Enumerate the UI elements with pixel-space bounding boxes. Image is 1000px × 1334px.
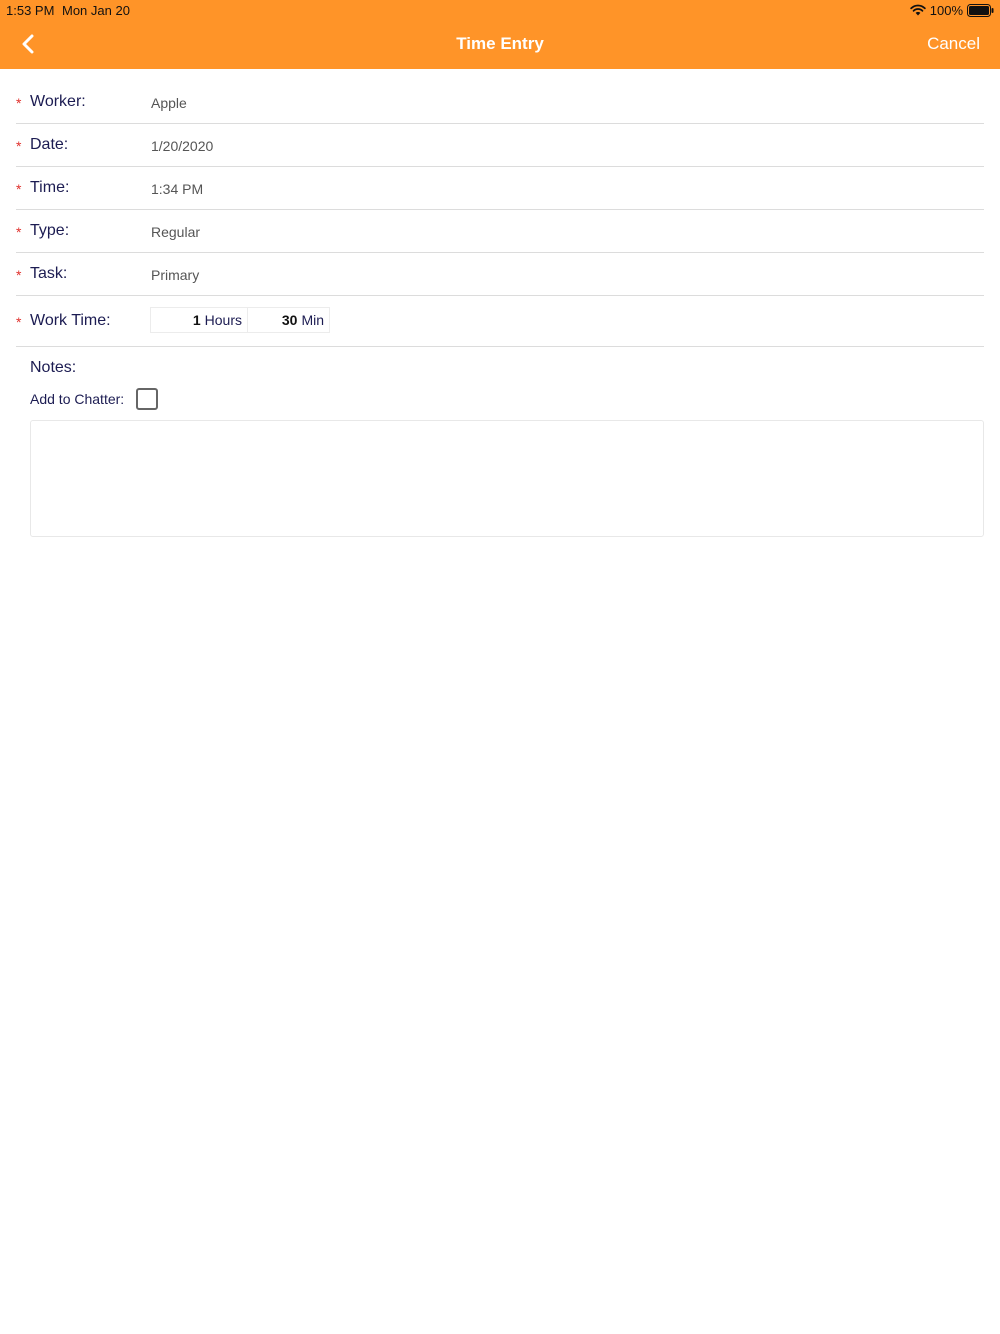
field-label: Date: xyxy=(30,136,69,153)
status-time: 1:53 PM xyxy=(6,3,55,18)
field-row-date[interactable]: * Date: 1/20/2020 xyxy=(16,123,984,167)
field-label: Worker: xyxy=(30,93,86,110)
field-value: 1/20/2020 xyxy=(151,138,214,154)
required-marker: * xyxy=(16,138,22,154)
field-row-time[interactable]: * Time: 1:34 PM xyxy=(16,166,984,210)
battery-icon xyxy=(967,3,994,17)
add-to-chatter-checkbox[interactable] xyxy=(136,388,158,410)
field-label: Time: xyxy=(30,179,70,196)
field-row-task[interactable]: * Task: Primary xyxy=(16,252,984,296)
page-title: Time Entry xyxy=(456,34,544,53)
hours-value: 1 xyxy=(192,312,201,328)
minutes-value: 30 xyxy=(281,312,298,328)
top-bar: 1:53 PM Mon Jan 20 100% Time Entry Cance… xyxy=(0,0,1000,69)
required-marker: * xyxy=(16,224,22,240)
cancel-button[interactable]: Cancel xyxy=(927,34,980,54)
minutes-unit: Min xyxy=(301,312,324,328)
field-row-type[interactable]: * Type: Regular xyxy=(16,209,984,253)
status-indicators: 100% xyxy=(910,2,994,18)
wifi-icon xyxy=(910,4,926,16)
hours-unit: Hours xyxy=(204,312,242,328)
hours-input[interactable]: 1 Hours xyxy=(150,307,248,333)
battery-percentage: 100% xyxy=(929,2,963,18)
required-marker: * xyxy=(16,95,22,111)
field-row-worker[interactable]: * Worker: Apple xyxy=(16,80,984,124)
field-value: 1:34 PM xyxy=(151,181,204,197)
field-label: Work Time: xyxy=(30,312,111,329)
field-label: Task: xyxy=(30,265,68,282)
required-marker: * xyxy=(16,314,22,330)
field-label: Type: xyxy=(30,222,70,239)
field-row-work-time: * Work Time: 1 Hours 30 Min xyxy=(16,295,984,347)
minutes-input[interactable]: 30 Min xyxy=(247,307,330,333)
notes-label: Notes: xyxy=(30,359,77,376)
required-marker: * xyxy=(16,267,22,283)
field-value: Apple xyxy=(151,95,187,111)
field-value: Regular xyxy=(151,224,201,240)
notes-textarea[interactable] xyxy=(30,420,984,537)
add-to-chatter-label: Add to Chatter: xyxy=(30,391,125,407)
status-date: Mon Jan 20 xyxy=(62,3,130,18)
field-value: Primary xyxy=(151,267,200,283)
required-marker: * xyxy=(16,181,22,197)
